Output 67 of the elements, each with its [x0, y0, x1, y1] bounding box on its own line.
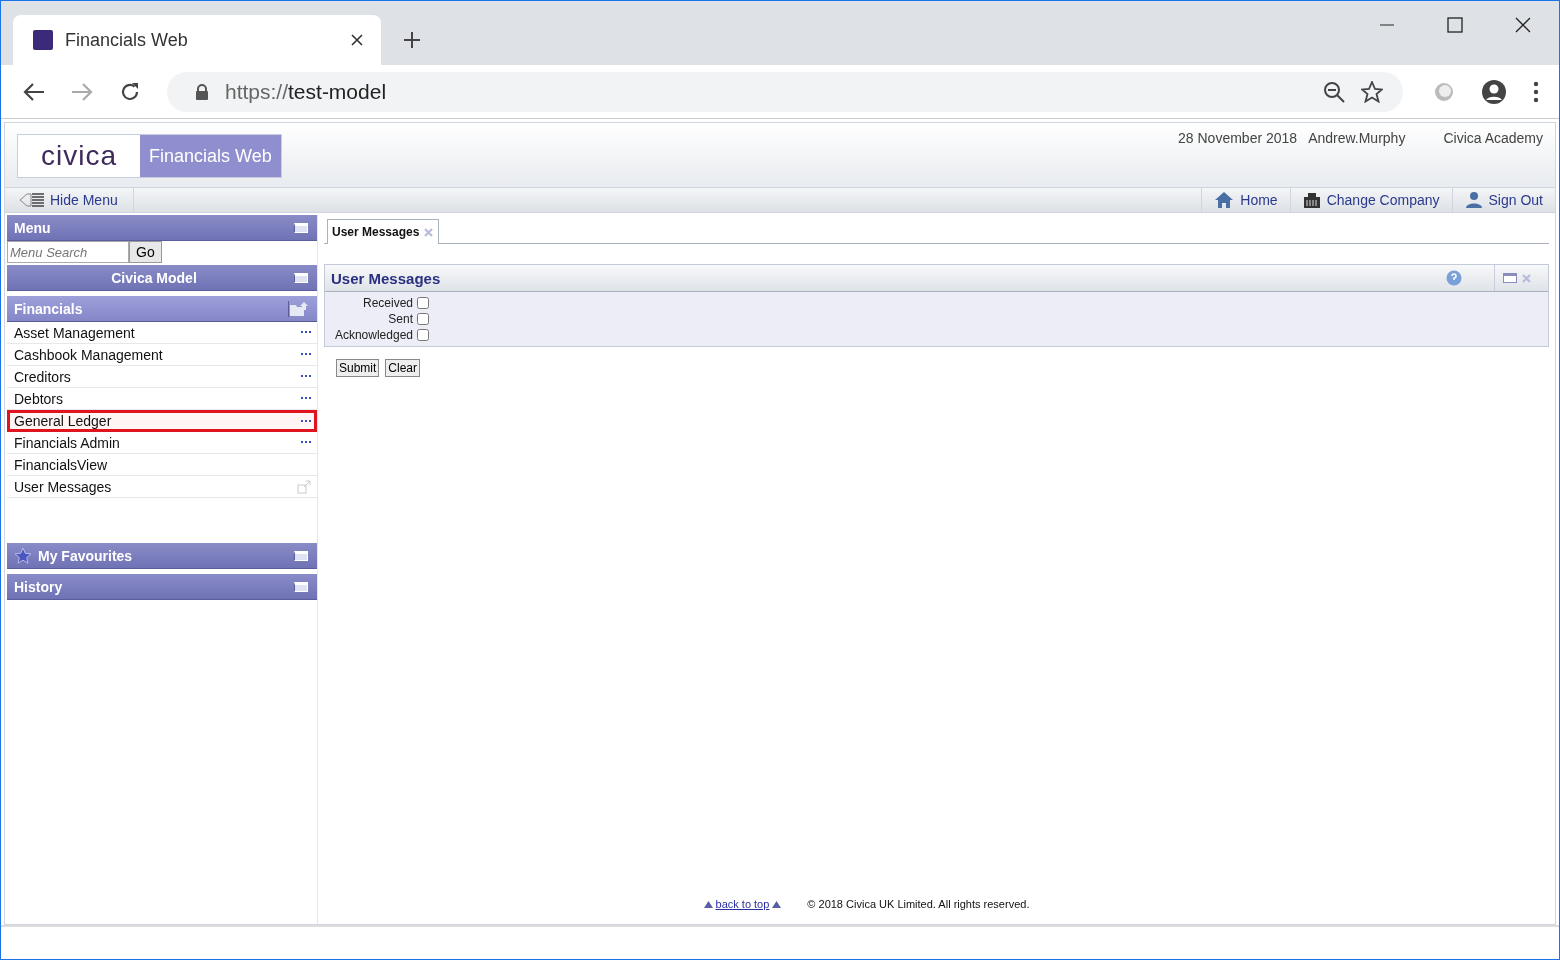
- submit-button[interactable]: Submit: [336, 359, 380, 377]
- company-name: Civica Academy: [1443, 130, 1543, 146]
- bookmark-star-icon[interactable]: [1361, 80, 1383, 103]
- more-icon: [301, 375, 311, 378]
- favourites-label: My Favourites: [38, 547, 133, 564]
- url-text: https://test-model: [225, 79, 387, 104]
- change-company-link[interactable]: Change Company: [1289, 188, 1452, 212]
- hide-menu-button[interactable]: Hide Menu: [5, 188, 134, 212]
- panel-title: User Messages: [331, 269, 441, 287]
- copyright-text: © 2018 Civica UK Limited. All rights reserved.: [807, 898, 1030, 910]
- site-favicon-icon: [33, 30, 53, 50]
- lock-icon: [195, 83, 209, 100]
- sign-out-link[interactable]: Sign Out: [1451, 188, 1555, 212]
- menu-item[interactable]: User Messages: [7, 476, 317, 498]
- product-name: Financials Web: [140, 135, 281, 177]
- back-to-top-link[interactable]: back to top: [703, 898, 782, 910]
- more-icon: [301, 353, 311, 356]
- maximize-icon[interactable]: [1447, 17, 1463, 33]
- back-icon[interactable]: [23, 81, 45, 102]
- filter-checkbox[interactable]: [417, 297, 429, 309]
- menu-search-field[interactable]: Menu Search: [7, 241, 129, 263]
- section-heading: Financials: [13, 300, 84, 317]
- more-icon: [301, 397, 311, 400]
- folder-icon[interactable]: [288, 300, 309, 317]
- home-link[interactable]: Home: [1201, 188, 1290, 212]
- reload-icon[interactable]: [119, 80, 141, 103]
- filter-checkbox[interactable]: [417, 313, 429, 325]
- menu-item[interactable]: Cashbook Management: [7, 344, 317, 366]
- menu-heading: Menu: [13, 219, 52, 236]
- house-icon: [1214, 191, 1235, 209]
- menu-item[interactable]: General Ledger: [7, 410, 317, 432]
- tab-title: Financials Web: [65, 29, 189, 51]
- model-heading: Civica Model: [110, 269, 198, 286]
- address-bar[interactable]: https://test-model: [167, 71, 1403, 112]
- more-icon: [301, 441, 311, 444]
- history-heading: History: [13, 578, 64, 595]
- person-icon: [1464, 191, 1483, 209]
- current-date: 28 November 2018: [1178, 130, 1298, 146]
- content-tab[interactable]: User Messages: [327, 219, 440, 244]
- hide-menu-icon: [19, 192, 45, 208]
- go-button[interactable]: Go: [129, 241, 162, 263]
- close-tab-icon[interactable]: [351, 34, 363, 46]
- more-icon: [301, 331, 311, 334]
- clear-button[interactable]: Clear: [385, 359, 421, 377]
- building-icon: [1302, 191, 1321, 209]
- window-icon[interactable]: [1503, 273, 1517, 283]
- filter-label: Sent: [387, 312, 413, 326]
- star-icon: [14, 547, 32, 564]
- menu-item[interactable]: FinancialsView: [7, 454, 317, 476]
- menu-item[interactable]: Financials Admin: [7, 432, 317, 454]
- zoom-out-icon[interactable]: [1323, 80, 1345, 103]
- user-name: Andrew.Murphy: [1308, 130, 1406, 146]
- civica-logo: civica: [18, 135, 140, 177]
- filter-checkbox[interactable]: [417, 329, 429, 341]
- menu-item[interactable]: Creditors: [7, 366, 317, 388]
- browser-tab[interactable]: Financials Web: [13, 15, 381, 65]
- profile-icon[interactable]: [1481, 78, 1507, 105]
- new-tab-icon[interactable]: [403, 31, 421, 49]
- menu-item[interactable]: Asset Management: [7, 322, 317, 344]
- menu-icon[interactable]: [1533, 80, 1539, 103]
- filter-label: Acknowledged: [333, 328, 413, 342]
- more-icon: [301, 419, 311, 423]
- up-triangle-icon: [772, 900, 782, 908]
- close-window-icon[interactable]: [1515, 17, 1531, 33]
- up-triangle-icon: [703, 900, 713, 908]
- open-window-icon: [297, 479, 311, 494]
- filter-label: Received: [361, 296, 413, 310]
